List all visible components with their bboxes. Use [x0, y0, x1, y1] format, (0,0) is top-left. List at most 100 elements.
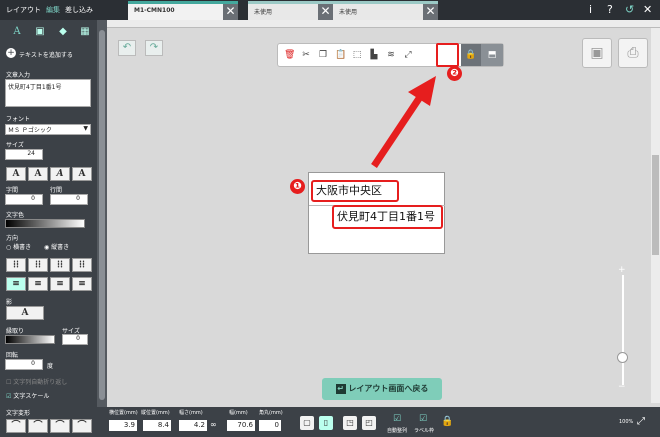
link-icon[interactable]: ∞	[210, 420, 217, 429]
width-label: 幅(mm)	[229, 410, 248, 416]
align-buttons: ≡ ≡ ≡ ≡	[6, 277, 92, 291]
print-icon[interactable]: ⎙	[618, 38, 648, 68]
size-label: サイズ	[6, 142, 24, 149]
height-input[interactable]: 4.2	[179, 420, 207, 431]
align-icon[interactable]: ▙	[369, 50, 379, 60]
zoom-out-icon[interactable]: −	[618, 382, 626, 392]
align-justify-button[interactable]: ≡	[72, 277, 92, 291]
distribute-4-button[interactable]: ⁞⁞	[72, 258, 92, 272]
menu-merge[interactable]: 差し込み	[65, 5, 93, 15]
keyboard-lock-icon[interactable]: 🔒	[441, 416, 453, 427]
border-color-picker[interactable]	[5, 335, 55, 344]
shape-fold-icon[interactable]: ◰	[362, 416, 376, 430]
rotate-value: 0	[31, 360, 35, 367]
auto-align-label: 自動整列	[387, 428, 408, 434]
close-icon[interactable]: ✕	[643, 3, 652, 16]
line-spacing-stepper[interactable]: 0	[50, 194, 88, 205]
cut-icon[interactable]: ✂	[301, 50, 311, 60]
corner-input[interactable]: 0	[259, 420, 281, 431]
checkbox-checked-icon[interactable]: ☑	[393, 414, 401, 424]
checkbox-checked-icon[interactable]: ☑	[419, 414, 427, 424]
canvas-scroll-thumb[interactable]	[652, 155, 659, 255]
deform-3-button[interactable]: ⌒	[50, 419, 70, 433]
layer-icon[interactable]: ≋	[386, 50, 396, 60]
text-object-line1[interactable]: 大阪市中央区	[311, 180, 399, 202]
copy-icon[interactable]: ❐	[318, 50, 328, 60]
fit-frame-icon[interactable]: ⤢	[403, 50, 413, 60]
deform-1-button[interactable]: ⌒	[6, 419, 26, 433]
deform-4-button[interactable]: ⌒	[72, 419, 92, 433]
deform-label: 文字変形	[6, 410, 31, 417]
align-left-button[interactable]: ≡	[6, 277, 26, 291]
shape-rect-icon[interactable]: ▢	[300, 416, 314, 430]
line-spacing-label: 行間	[50, 187, 63, 194]
distribute-1-button[interactable]: ⁞⁞	[6, 258, 26, 272]
text-input-field[interactable]: 伏見町4丁目1番1号	[5, 79, 91, 107]
align-right-button[interactable]: ≡	[50, 277, 70, 291]
fullscreen-icon[interactable]: ⤢	[637, 416, 645, 427]
undo-icon[interactable]: ↺	[625, 3, 634, 16]
outline-style-button[interactable]: A	[28, 167, 48, 181]
save-icon[interactable]: ▣	[582, 38, 612, 68]
redo-icon[interactable]: ↷	[145, 40, 163, 56]
distribute-3-button[interactable]: ⁞⁞	[50, 258, 70, 272]
text-tool-icon[interactable]: A	[10, 26, 24, 38]
font-select[interactable]: ＭＳ Ｐゴシック ▼	[5, 124, 91, 135]
close-icon[interactable]: ✕	[223, 4, 238, 20]
horizontal-radio[interactable]: ○ 横書き	[6, 242, 31, 251]
tab-document-2[interactable]: 未使用 ✕	[248, 1, 333, 20]
label-frame-icon[interactable]: ⬒	[481, 44, 503, 66]
auto-wrap-checkbox[interactable]: ☐ 文字列自動折り返し	[6, 377, 67, 386]
add-icon[interactable]: +	[6, 48, 16, 58]
delete-icon[interactable]: 🗑	[284, 50, 295, 60]
left-panel-scroll-thumb[interactable]	[99, 30, 105, 400]
width-input[interactable]: 70.6	[227, 420, 255, 431]
image-tool-icon[interactable]: ▣	[33, 26, 47, 38]
add-text-button[interactable]: テキストを追加する	[19, 50, 73, 59]
text-color-picker[interactable]	[5, 219, 85, 228]
tab-label: 未使用	[339, 9, 358, 16]
info-icon[interactable]: i	[589, 3, 592, 16]
text-color-label: 文字色	[6, 212, 25, 219]
bold-style-button[interactable]: A	[6, 167, 26, 181]
direction-label: 方向	[6, 235, 19, 242]
zoom-in-icon[interactable]: +	[618, 265, 626, 275]
lock-icon[interactable]: 🔒	[461, 44, 481, 66]
distribute-2-button[interactable]: ⁞⁞	[28, 258, 48, 272]
zoom-slider-handle[interactable]	[617, 352, 628, 363]
text-style-buttons: A A A A	[6, 167, 92, 181]
back-to-layout-button[interactable]: ↵ レイアウト画面へ戻る	[322, 378, 442, 400]
undo-icon[interactable]: ↶	[118, 40, 136, 56]
deform-2-button[interactable]: ⌒	[28, 419, 48, 433]
tab-document-1[interactable]: M1-CMN100 ✕	[128, 1, 238, 20]
barcode-tool-icon[interactable]: ▦	[78, 26, 92, 38]
y-position-input[interactable]: 8.4	[143, 420, 171, 431]
close-icon[interactable]: ✕	[318, 4, 333, 20]
help-icon[interactable]: ?	[607, 3, 613, 16]
scale-checkbox[interactable]: ☑ 文字スケール	[6, 391, 49, 400]
tab-document-3[interactable]: 未使用 ✕	[333, 1, 438, 20]
size-value: 24	[27, 150, 35, 157]
vertical-radio[interactable]: ◉ 縦書き	[44, 242, 69, 251]
x-position-input[interactable]: 3.9	[109, 420, 137, 431]
select-icon[interactable]: ⬚	[352, 50, 362, 60]
shape-page-icon[interactable]: ▯	[319, 416, 333, 430]
close-icon[interactable]: ✕	[423, 4, 438, 20]
shape-cut-icon[interactable]: ◳	[343, 416, 357, 430]
shadow-label: 影	[6, 299, 13, 306]
text-object-line2[interactable]: 伏見町4丁目1番1号	[332, 205, 443, 229]
size-stepper[interactable]: 24	[5, 149, 43, 160]
menu-edit[interactable]: 編集	[46, 5, 60, 15]
zoom-slider[interactable]	[622, 275, 624, 385]
object-toolbar: 🗑 ✂ ❐ 📋 ⬚ ▙ ≋ ⤢ 🔒 ⬒	[277, 43, 504, 67]
char-spacing-stepper[interactable]: 0	[5, 194, 43, 205]
paste-icon[interactable]: 📋	[335, 50, 346, 60]
menu-layout[interactable]: レイアウト	[6, 5, 41, 15]
rotate-stepper[interactable]: 0	[5, 359, 43, 370]
shape-tool-icon[interactable]: ◆	[56, 26, 70, 38]
shadow-style-button[interactable]: A	[72, 167, 92, 181]
shadow-button[interactable]: A	[6, 306, 44, 320]
italic-style-button[interactable]: A	[50, 167, 70, 181]
align-center-button[interactable]: ≡	[28, 277, 48, 291]
border-size-stepper[interactable]: 0	[62, 334, 88, 345]
